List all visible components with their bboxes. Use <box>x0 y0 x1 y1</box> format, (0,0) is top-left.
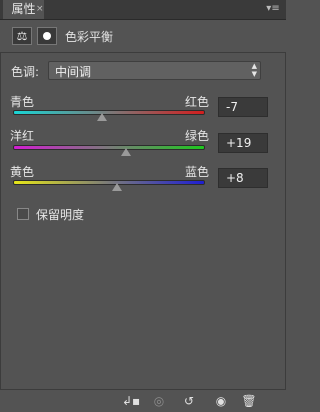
slider-magenta-label: 洋红 <box>10 129 35 143</box>
yellow-blue-slider-track[interactable] <box>13 180 205 185</box>
color-balance-scale-icon[interactable]: ⚖ <box>12 27 32 45</box>
tab-properties-label: 属性 <box>11 2 36 16</box>
magenta-green-slider-track[interactable] <box>13 145 205 150</box>
panel-left-edge <box>0 19 1 411</box>
panel-right-edge <box>285 19 286 411</box>
tone-select-value: 中间调 <box>55 65 92 79</box>
yellow-blue-value-input[interactable]: +8 <box>218 168 268 188</box>
magenta-green-value-input[interactable]: +19 <box>218 133 268 153</box>
clip-to-layer-icon[interactable]: ↲▪ <box>122 393 140 409</box>
slider-red-label: 红色 <box>185 95 210 109</box>
preserve-luminosity-label: 保留明度 <box>36 208 85 222</box>
select-updown-icon: ▲ ▼ <box>251 62 257 78</box>
slider-green-label: 绿色 <box>185 129 210 143</box>
reset-icon[interactable]: ↺ <box>180 393 198 409</box>
panel-menu-icon[interactable]: ▾≡ <box>263 2 283 16</box>
layer-mask-icon[interactable] <box>37 27 57 45</box>
adjustment-title: 色彩平衡 <box>65 30 114 44</box>
magenta-green-slider-thumb[interactable] <box>121 148 131 156</box>
cyan-red-value-input[interactable]: -7 <box>218 97 268 117</box>
slider-yellow-label: 黄色 <box>10 165 35 179</box>
tone-label: 色调: <box>11 65 40 79</box>
cyan-red-slider-thumb[interactable] <box>97 113 107 121</box>
view-previous-icon[interactable]: ◎ <box>150 393 168 409</box>
eye-icon[interactable]: ◉ <box>212 393 230 409</box>
preserve-luminosity-checkbox[interactable] <box>17 208 29 220</box>
slider-cyan-label: 青色 <box>10 95 35 109</box>
yellow-blue-slider-thumb[interactable] <box>112 183 122 191</box>
cyan-red-slider-track[interactable] <box>13 110 205 115</box>
tab-close-icon[interactable]: × <box>36 0 44 19</box>
tone-select[interactable]: 中间调 ▲ ▼ <box>48 61 261 80</box>
slider-blue-label: 蓝色 <box>185 165 210 179</box>
trash-icon[interactable]: 🗑 <box>240 393 258 409</box>
